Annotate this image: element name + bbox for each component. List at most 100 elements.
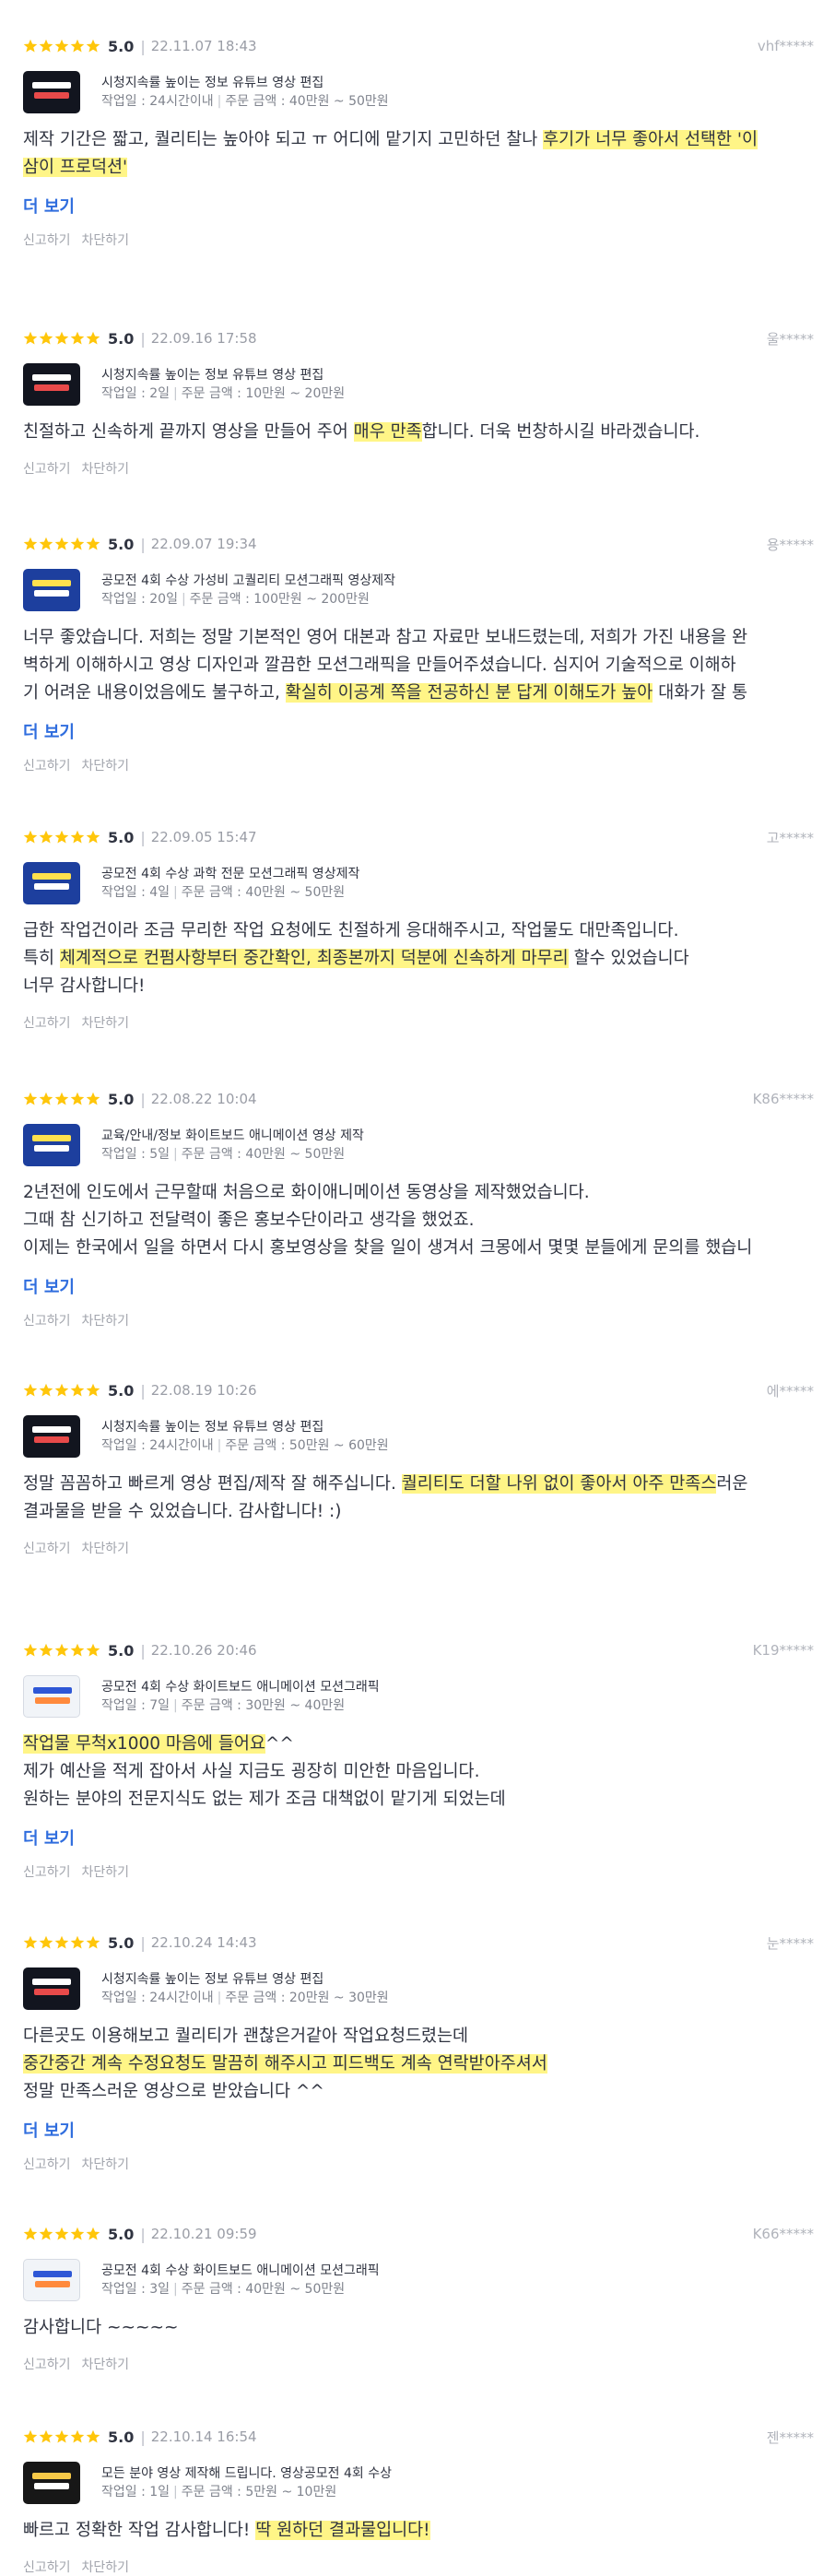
report-button[interactable]: 신고하기 [23, 462, 71, 477]
star-icon [54, 537, 69, 550]
rating-score: 5.0 [108, 2428, 135, 2446]
gig-thumbnail[interactable] [23, 2259, 80, 2301]
review-header: 5.0 | 22.10.26 20:46 K19***** [23, 1638, 814, 1662]
report-button[interactable]: 신고하기 [23, 1865, 71, 1880]
separator: | [181, 592, 186, 607]
gig-thumbnail[interactable] [23, 1415, 80, 1458]
review-text-line: 빠르고 정확한 작업 감사합니다! 딱 원하던 결과물입니다! [23, 2517, 814, 2545]
review-item: 5.0 | 22.08.19 10:26 에***** 시청지속률 높이는 정보 유튜브… [23, 1378, 814, 1557]
review-header: 5.0 | 22.09.05 15:47 고***** [23, 825, 814, 849]
more-button[interactable]: 더 보기 [23, 1826, 75, 1849]
review-text-line: 기 어려운 내용이었음에도 불구하고, 확실히 이공계 쪽을 전공하신 분 답게… [23, 679, 814, 707]
gig-thumbnail[interactable] [23, 1675, 80, 1718]
separator: | [173, 2282, 178, 2297]
report-button[interactable]: 신고하기 [23, 1542, 71, 1556]
review-date: 22.10.14 16:54 [150, 2428, 257, 2445]
thumbnail-graphic [34, 2483, 69, 2489]
text-segment: 원하는 분야의 전문지식도 없는 제가 조금 대책없이 맡기게 되었는데 [23, 1790, 506, 1809]
rating-score: 5.0 [108, 828, 135, 846]
more-wrap: 더 보기 [23, 707, 814, 743]
block-button[interactable]: 차단하기 [82, 2560, 130, 2575]
review-item: 5.0 | 22.10.14 16:54 젠***** 모든 분야 영상 제작해 드립니… [23, 2425, 814, 2576]
gig-info[interactable]: 모든 분야 영상 제작해 드립니다. 영상공모전 4회 수상 작업일 : 1일 | 주… [23, 2461, 814, 2505]
block-button[interactable]: 차단하기 [82, 1016, 130, 1031]
review-text-line: 친절하고 신속하게 끝까지 영상을 만들어 주어 매우 만족합니다. 더욱 번창… [23, 419, 814, 446]
review-text: 친절하고 신속하게 끝까지 영상을 만들어 주어 매우 만족합니다. 더욱 번창… [23, 419, 814, 446]
separator: | [140, 2225, 146, 2243]
gig-order-info: 작업일 : 24시간이내 | 주문 금액 : 40만원 ~ 50만원 [101, 92, 389, 111]
text-segment: 친절하고 신속하게 끝까지 영상을 만들어 주어 [23, 422, 354, 442]
review-item: 5.0 | 22.10.26 20:46 K19***** 공모전 4회 수상 화이트보… [23, 1638, 814, 1881]
work-days: 작업일 : 24시간이내 [101, 1438, 214, 1453]
block-button[interactable]: 차단하기 [82, 1865, 130, 1880]
gig-thumbnail[interactable] [23, 1967, 80, 2010]
review-text: 급한 작업건이라 조금 무리한 작업 요청에도 친절하게 응대해주시고, 작업물… [23, 917, 814, 1000]
block-button[interactable]: 차단하기 [82, 462, 130, 477]
separator: | [140, 329, 146, 348]
work-days: 작업일 : 3일 [101, 2282, 171, 2297]
thumbnail-graphic [32, 1979, 71, 1985]
gig-info[interactable]: 공모전 4회 수상 과학 전문 모션그래픽 영상제작 작업일 : 4일 | 주문 금액… [23, 861, 814, 905]
gig-title[interactable]: 교육/안내/정보 화이트보드 애니메이션 영상 제작 [101, 1127, 364, 1145]
gig-title[interactable]: 모든 분야 영상 제작해 드립니다. 영상공모전 4회 수상 [101, 2464, 392, 2483]
report-button[interactable]: 신고하기 [23, 759, 71, 774]
gig-meta: 모든 분야 영상 제작해 드립니다. 영상공모전 4회 수상 작업일 : 1일 | 주… [101, 2464, 392, 2501]
gig-title[interactable]: 공모전 4회 수상 가성비 고퀄리티 모션그래픽 영상제작 [101, 572, 395, 590]
gig-info[interactable]: 공모전 4회 수상 가성비 고퀄리티 모션그래픽 영상제작 작업일 : 20일 | 주… [23, 568, 814, 612]
report-button[interactable]: 신고하기 [23, 233, 71, 248]
text-segment: 할수 있었습니다 [568, 949, 689, 968]
review-text: 다른곳도 이용해보고 퀄리티가 괜찮은거같아 작업요청드렸는데 중간중간 계속 수… [23, 2023, 814, 2106]
block-button[interactable]: 차단하기 [82, 759, 130, 774]
block-button[interactable]: 차단하기 [82, 233, 130, 248]
gig-title[interactable]: 공모전 4회 수상 화이트보드 애니메이션 모션그래픽 [101, 1678, 380, 1696]
reviewer-name: 울***** [766, 330, 814, 348]
gig-thumbnail[interactable] [23, 2462, 80, 2504]
review-text: 작업물 무척x1000 마음에 들어요^^ 제가 예산을 적게 잡아서 사실 지금… [23, 1731, 814, 1814]
gig-info[interactable]: 시청지속률 높이는 정보 유튜브 영상 편집 작업일 : 2일 | 주문 금액 : 1… [23, 362, 814, 407]
review-date: 22.10.26 20:46 [150, 1642, 257, 1659]
review-actions: 신고하기 차단하기 [23, 1311, 814, 1329]
review-header: 5.0 | 22.09.07 19:34 용***** [23, 532, 814, 556]
gig-title[interactable]: 시청지속률 높이는 정보 유튜브 영상 편집 [101, 1418, 389, 1436]
more-button[interactable]: 더 보기 [23, 1274, 75, 1298]
star-icon [86, 1383, 100, 1397]
gig-thumbnail[interactable] [23, 862, 80, 904]
more-wrap: 더 보기 [23, 182, 814, 218]
report-button[interactable]: 신고하기 [23, 2357, 71, 2372]
report-button[interactable]: 신고하기 [23, 2157, 71, 2172]
order-price: 주문 금액 : 40만원 ~ 50만원 [181, 885, 346, 900]
gig-info[interactable]: 공모전 4회 수상 화이트보드 애니메이션 모션그래픽 작업일 : 7일 | 주문 금… [23, 1674, 814, 1719]
gig-thumbnail[interactable] [23, 1124, 80, 1166]
block-button[interactable]: 차단하기 [82, 1314, 130, 1329]
star-icon [70, 1092, 85, 1105]
star-icon [39, 1643, 53, 1657]
gig-info[interactable]: 공모전 4회 수상 화이트보드 애니메이션 모션그래픽 작업일 : 3일 | 주문 금… [23, 2258, 814, 2302]
gig-title[interactable]: 공모전 4회 수상 화이트보드 애니메이션 모션그래픽 [101, 2262, 380, 2280]
gig-thumbnail[interactable] [23, 71, 80, 113]
gig-thumbnail[interactable] [23, 363, 80, 406]
report-button[interactable]: 신고하기 [23, 2560, 71, 2575]
more-button[interactable]: 더 보기 [23, 194, 75, 218]
star-icon [23, 1643, 38, 1657]
review-text: 2년전에 인도에서 근무할때 처음으로 화이애니메이션 동영상을 제작했었습니다… [23, 1179, 814, 1262]
gig-title[interactable]: 공모전 4회 수상 과학 전문 모션그래픽 영상제작 [101, 865, 359, 883]
gig-info[interactable]: 교육/안내/정보 화이트보드 애니메이션 영상 제작 작업일 : 5일 | 주문 금액… [23, 1123, 814, 1167]
gig-info[interactable]: 시청지속률 높이는 정보 유튜브 영상 편집 작업일 : 24시간이내 | 주문 금액… [23, 70, 814, 114]
block-button[interactable]: 차단하기 [82, 1542, 130, 1556]
report-button[interactable]: 신고하기 [23, 1314, 71, 1329]
star-icon [86, 1092, 100, 1105]
gig-thumbnail[interactable] [23, 569, 80, 611]
reviewer-name: K86***** [752, 1091, 814, 1107]
gig-info[interactable]: 시청지속률 높이는 정보 유튜브 영상 편집 작업일 : 24시간이내 | 주문 금액… [23, 1414, 814, 1459]
gig-title[interactable]: 시청지속률 높이는 정보 유튜브 영상 편집 [101, 74, 389, 92]
thumbnail-graphic [34, 1145, 69, 1152]
more-button[interactable]: 더 보기 [23, 2118, 75, 2142]
more-button[interactable]: 더 보기 [23, 719, 75, 743]
gig-info[interactable]: 시청지속률 높이는 정보 유튜브 영상 편집 작업일 : 24시간이내 | 주문 금액… [23, 1967, 814, 2011]
gig-title[interactable]: 시청지속률 높이는 정보 유튜브 영상 편집 [101, 366, 345, 384]
report-button[interactable]: 신고하기 [23, 1016, 71, 1031]
gig-title[interactable]: 시청지속률 높이는 정보 유튜브 영상 편집 [101, 1970, 389, 1989]
block-button[interactable]: 차단하기 [82, 2357, 130, 2372]
block-button[interactable]: 차단하기 [82, 2157, 130, 2172]
separator: | [140, 535, 146, 553]
